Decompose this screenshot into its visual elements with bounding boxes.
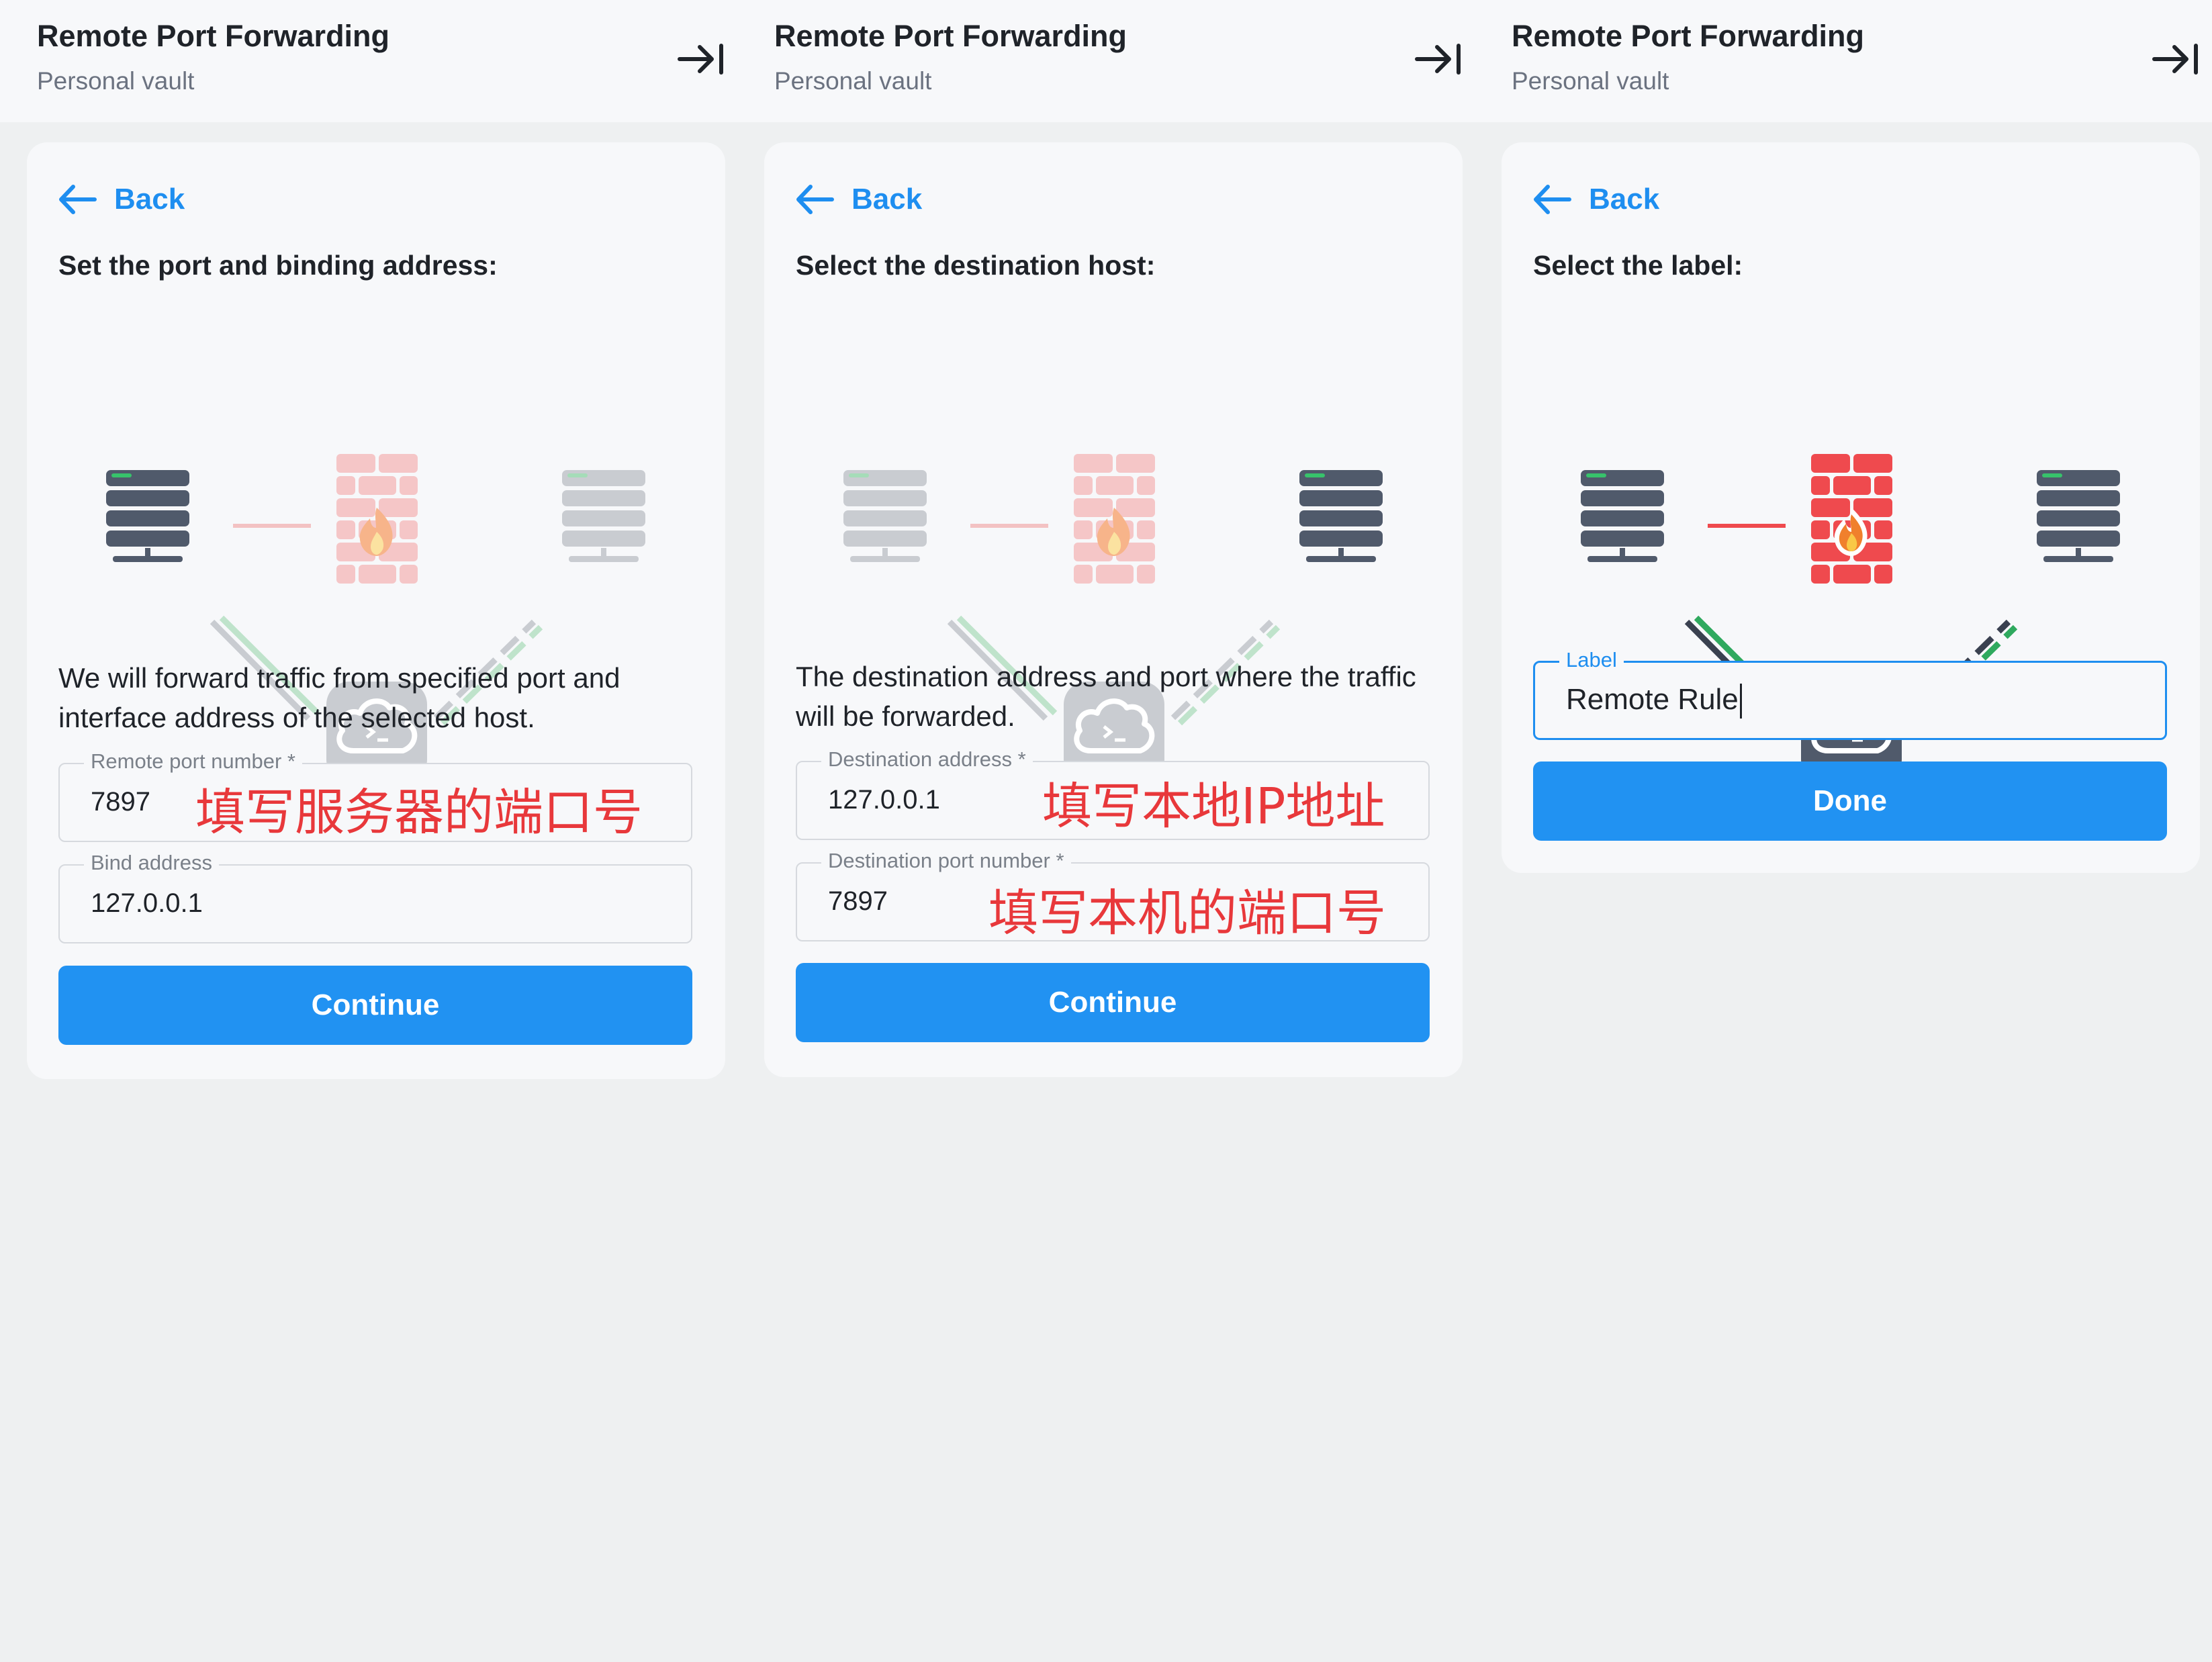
arrow-left-icon xyxy=(59,185,97,214)
remote-port-field[interactable]: Remote port number * 7897 填写服务器的端口号 xyxy=(58,749,692,842)
description: The destination address and port where t… xyxy=(796,661,1416,732)
field-value: Remote Rule xyxy=(1566,683,1742,719)
field-value: 7897 xyxy=(828,886,888,916)
arrow-left-icon xyxy=(796,185,834,214)
bind-address-field[interactable]: Bind address 127.0.0.1 xyxy=(58,851,692,943)
host-server-icon xyxy=(1581,470,1664,562)
field-label: Destination address * xyxy=(821,747,1033,772)
wizard-panel: Back Set the port and binding address: W… xyxy=(27,142,725,1079)
annotation-text: 填写服务器的端口号 xyxy=(195,784,643,841)
field-label: Destination port number * xyxy=(821,849,1071,873)
arrow-left-icon xyxy=(1534,185,1571,214)
vault-name: Personal vault xyxy=(1512,67,1669,95)
wizard-panel: Back Select the destination host: The de… xyxy=(764,142,1463,1077)
host-server-icon xyxy=(106,470,189,562)
page-title: Remote Port Forwarding xyxy=(1512,19,1865,53)
description: We will forward traffic from specified p… xyxy=(58,662,620,733)
wizard-panel: Back Select the label: Label Remote Rule… xyxy=(1502,142,2200,873)
page-title: Remote Port Forwarding xyxy=(774,19,1127,53)
destination-port-field[interactable]: Destination port number * 7897 填写本机的端口号 xyxy=(796,849,1430,942)
continue-button[interactable]: Continue xyxy=(796,963,1430,1042)
step-title: Select the label: xyxy=(1533,250,1743,281)
back-button[interactable]: Back xyxy=(57,179,185,220)
back-label: Back xyxy=(1589,183,1660,216)
destination-server-icon xyxy=(1299,470,1383,562)
done-button[interactable]: Done xyxy=(1533,761,2167,841)
field-label: Label xyxy=(1559,648,1624,672)
annotation-text: 填写本机的端口号 xyxy=(988,884,1386,942)
firewall-icon xyxy=(336,454,418,584)
header: Remote Port Forwarding Personal vault xyxy=(737,0,1475,122)
firewall-icon xyxy=(1811,454,1892,584)
field-value: 127.0.0.1 xyxy=(828,785,940,815)
step-title: Set the port and binding address: xyxy=(58,250,498,281)
field-value: 7897 xyxy=(91,787,150,817)
back-label: Back xyxy=(851,183,923,216)
back-label: Back xyxy=(114,183,185,216)
annotation-text: 填写本地IP地址 xyxy=(1042,778,1385,835)
screen-select-label: Remote Port Forwarding Personal vault Ba… xyxy=(1475,0,2212,1662)
text-caret xyxy=(1739,684,1742,719)
arrow-right-to-bar-icon[interactable] xyxy=(677,38,725,81)
arrow-right-to-bar-icon[interactable] xyxy=(2152,38,2200,81)
remote-server-icon xyxy=(562,470,645,562)
header: Remote Port Forwarding Personal vault xyxy=(0,0,737,122)
destination-address-field[interactable]: Destination address * 127.0.0.1 填写本地IP地址 xyxy=(796,747,1430,840)
vault-name: Personal vault xyxy=(774,67,932,95)
field-label: Bind address xyxy=(84,851,219,875)
field-value: 127.0.0.1 xyxy=(91,888,203,918)
vault-name: Personal vault xyxy=(37,67,195,95)
page-title: Remote Port Forwarding xyxy=(37,19,390,53)
destination-server-icon xyxy=(2037,470,2120,562)
step-title: Select the destination host: xyxy=(796,250,1156,281)
back-button[interactable]: Back xyxy=(794,179,922,220)
field-label: Remote port number * xyxy=(84,749,302,774)
screen-set-port: Remote Port Forwarding Personal vault Ba… xyxy=(0,0,737,1662)
back-button[interactable]: Back xyxy=(1532,179,1659,220)
screen-destination-host: Remote Port Forwarding Personal vault Ba… xyxy=(737,0,1475,1662)
label-input[interactable]: Label Remote Rule xyxy=(1533,648,2167,740)
host-server-icon xyxy=(843,470,927,562)
firewall-icon xyxy=(1074,454,1155,584)
continue-button[interactable]: Continue xyxy=(58,966,692,1045)
header: Remote Port Forwarding Personal vault xyxy=(1475,0,2212,122)
arrow-right-to-bar-icon[interactable] xyxy=(1414,38,1463,81)
